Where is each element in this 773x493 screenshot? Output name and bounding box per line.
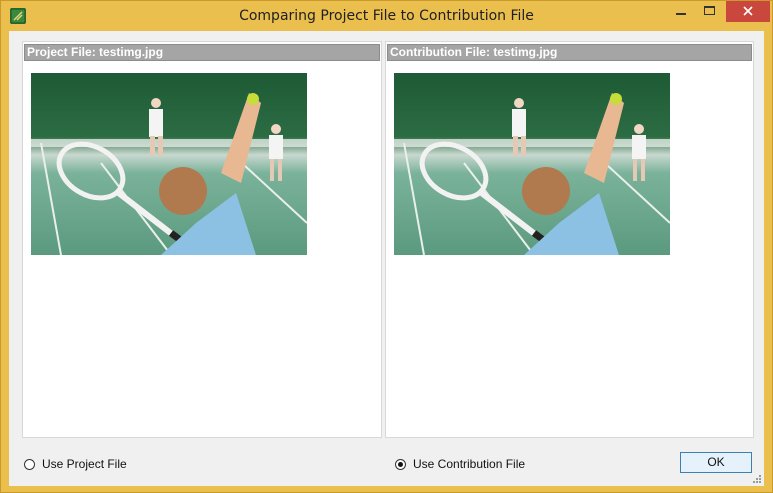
minimize-button[interactable] (668, 1, 694, 23)
compare-dialog: Comparing Project File to Contribution F… (0, 0, 773, 493)
close-button[interactable] (726, 1, 770, 22)
contribution-file-pane: Contribution File: testimg.jpg (385, 41, 754, 438)
use-project-file-option[interactable]: Use Project File (24, 456, 127, 472)
contribution-image-preview (394, 73, 670, 255)
project-file-header: Project File: testimg.jpg (24, 44, 380, 61)
maximize-icon (704, 6, 715, 15)
minimize-icon (676, 13, 686, 15)
window-title: Comparing Project File to Contribution F… (239, 8, 534, 24)
contribution-file-header: Contribution File: testimg.jpg (387, 44, 752, 61)
close-icon (743, 6, 753, 16)
maximize-button[interactable] (697, 1, 723, 23)
dialog-content: Project File: testimg.jpg Contribution F… (9, 31, 764, 486)
use-contribution-file-label: Use Contribution File (413, 457, 526, 471)
project-file-pane: Project File: testimg.jpg (22, 41, 382, 438)
use-contribution-file-radio[interactable] (395, 458, 406, 470)
title-bar[interactable]: Comparing Project File to Contribution F… (1, 1, 772, 31)
use-project-file-radio[interactable] (24, 458, 35, 470)
use-contribution-file-option[interactable]: Use Contribution File (395, 456, 525, 472)
ok-button[interactable]: OK (680, 452, 752, 473)
use-project-file-label: Use Project File (42, 457, 127, 471)
resize-grip-icon[interactable] (752, 474, 762, 484)
project-image-preview (31, 73, 307, 255)
